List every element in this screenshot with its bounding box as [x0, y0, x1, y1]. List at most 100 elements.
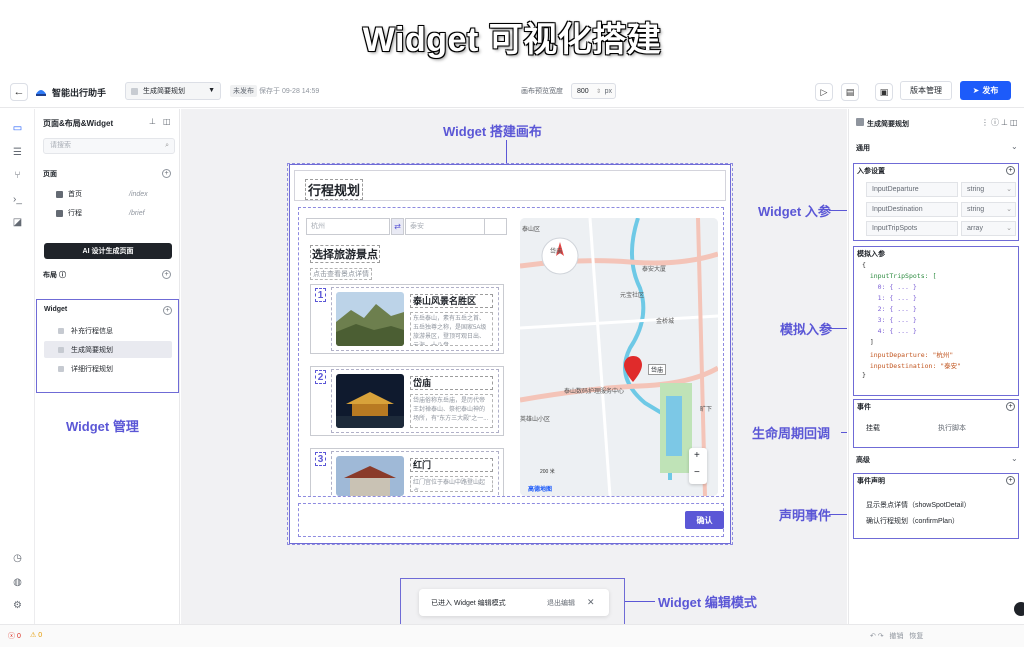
terminal-icon[interactable]: ›_	[11, 193, 24, 206]
top-toolbar: ← 智能出行助手 生成简要规划 ▼ 未发布 保存于 09-28 14:59 画布…	[0, 78, 1024, 108]
from-city-input[interactable]: 杭州	[306, 218, 390, 235]
param-name[interactable]: InputDeparture	[866, 182, 958, 197]
lifecycle-name[interactable]: 挂载	[866, 423, 880, 433]
undo-redo[interactable]: ↶ ↷ 撤销 恢复	[870, 631, 923, 641]
mock-params-box[interactable]: 模拟入参 { inputTripSpots: [ 0: { ... } 1: {…	[853, 246, 1019, 396]
pin-label: 岱庙	[648, 364, 667, 375]
monitor-icon[interactable]: ▭	[11, 122, 24, 135]
add-widget-icon[interactable]: +	[163, 306, 172, 315]
close-icon[interactable]: ✕	[587, 597, 595, 608]
declare-events-annotation: 声明事件	[779, 508, 832, 523]
zoom-out-button[interactable]: −	[694, 467, 700, 478]
preview-play-button[interactable]: ▷	[815, 83, 833, 101]
param-row[interactable]: InputDeparture string ⌄	[866, 182, 1018, 197]
banner-title: Widget 可视化搭建	[362, 20, 662, 59]
database-icon[interactable]: ☰	[11, 146, 24, 159]
page-path: /brief	[129, 209, 145, 217]
chevron-down-icon[interactable]: ⌄	[1011, 142, 1018, 151]
widget-name: 补充行程信息	[71, 327, 113, 335]
lifecycle-annotation: 生命周期回调	[752, 426, 831, 441]
code-line: 2: { ... }	[862, 305, 917, 313]
widget-name: 详细行程规划	[71, 365, 113, 373]
stepper-icon[interactable]: ⇕	[596, 88, 601, 95]
palette-icon[interactable]: ◍	[11, 576, 24, 589]
floating-help-button[interactable]	[1014, 602, 1024, 616]
widget-item-selected[interactable]: 生成简要规划	[44, 341, 172, 358]
error-count[interactable]: ⓧ 0	[8, 631, 21, 641]
param-name[interactable]: InputDestination	[866, 202, 958, 217]
ai-generate-page-button[interactable]: AI 设计生成页面	[44, 243, 172, 259]
history-icon[interactable]: ◷	[11, 552, 24, 565]
debug-button[interactable]: ▤	[841, 83, 859, 101]
param-type-select[interactable]: string ⌄	[961, 182, 1016, 197]
version-management-button[interactable]: 版本管理	[900, 81, 952, 100]
param-row[interactable]: InputTripSpots array ⌄	[866, 221, 1018, 236]
spot-card[interactable]: 3 红门 红门宫位于泰山中路登山起点...	[310, 448, 504, 496]
back-button[interactable]: ←	[10, 83, 28, 101]
section-title: 选择旅游景点	[310, 245, 380, 263]
add-layout-icon[interactable]: +	[162, 270, 171, 279]
pin-icon[interactable]: ⊥	[149, 117, 156, 126]
warning-count[interactable]: ⚠ 0	[30, 631, 42, 639]
spot-image	[336, 374, 404, 428]
card-title[interactable]: 行程规划	[305, 179, 364, 200]
map-label: 泰安大厦	[642, 267, 667, 273]
mock-params-label: 模拟入参	[857, 251, 885, 258]
page-path: /index	[129, 190, 148, 198]
declared-event[interactable]: 确认行程规划（confirmPlan）	[866, 516, 959, 526]
spot-card[interactable]: 1 泰山风景名胜区 东岳泰山，素有五岳之首、五岳独尊之称，是国家5A级旅游景区，…	[310, 284, 504, 354]
to-city-input[interactable]: 泰安	[405, 218, 485, 235]
map-view[interactable]: 泰山区 岱庙 泰安大厦 元宝社区 金桥城 泰山数码护理服务中心 英雄山小区 旷下…	[520, 218, 718, 496]
spot-image	[336, 456, 404, 496]
canvas-width-value: 800	[577, 87, 589, 95]
swap-icon[interactable]: ⇄	[391, 218, 404, 235]
publish-button[interactable]: ➤ 发布	[960, 81, 1011, 100]
save-button[interactable]: ▣	[875, 83, 893, 101]
param-row[interactable]: InputDestination string ⌄	[866, 202, 1018, 217]
spot-content: 岱庙 岱庙俗称东岳庙，是历代帝王封禅泰山、祭祀泰山神的场所，有"东方三大殿"之一…	[331, 369, 499, 433]
card-header[interactable]: 行程规划	[294, 170, 726, 201]
settings-icon[interactable]: ⚙	[11, 599, 24, 612]
add-declared-event-icon[interactable]: +	[1006, 476, 1015, 485]
lifecycle-action[interactable]: 执行脚本	[938, 423, 966, 433]
search-input[interactable]: 请搜索 ⌕	[43, 138, 175, 154]
spot-name: 泰山风景名胜区	[410, 294, 493, 308]
right-properties-panel: 生成简要规划 ⋮ⓘ⊥◫ 通用 ⌄ 入参设置 + InputDeparture s…	[848, 109, 1024, 624]
widget-item[interactable]: 补充行程信息	[44, 322, 172, 339]
confirm-button[interactable]: 确认	[685, 511, 724, 529]
panel-tools[interactable]: ⋮ⓘ⊥◫	[981, 117, 1020, 128]
add-page-icon[interactable]: +	[162, 169, 171, 178]
widget-name: 生成简要规划	[71, 346, 113, 354]
spot-number: 1	[315, 288, 326, 302]
page-item[interactable]: 行程 /brief	[56, 206, 176, 220]
declare-events-box: 事件声明 + 显示景点详情（showSpotDetail） 确认行程规划（con…	[853, 473, 1019, 539]
flow-icon[interactable]: ⑂	[11, 169, 24, 182]
add-param-icon[interactable]: +	[1006, 166, 1015, 175]
collapse-panel-icon[interactable]: ◫	[163, 117, 171, 126]
add-event-icon[interactable]: +	[1006, 402, 1015, 411]
spot-card[interactable]: 2 岱庙 岱庙俗称东岳庙，是历代帝王封禅泰山、祭祀泰山神的场所，有"东方三大殿"…	[310, 366, 504, 436]
widget-item[interactable]: 详细行程规划	[44, 360, 172, 377]
param-type-select[interactable]: string ⌄	[961, 202, 1016, 217]
widget-select[interactable]: 生成简要规划 ▼	[125, 82, 221, 100]
widget-card[interactable]: 行程规划 杭州 ⇄ 泰安 选择旅游景点 点击查看景点详情 1 泰山风景名胜区 东…	[289, 164, 731, 544]
widget-management-annotation: Widget 管理	[66, 419, 139, 434]
declared-event[interactable]: 显示景点详情（showSpotDetail）	[866, 500, 971, 510]
left-panel-title: 页面&布局&Widget	[43, 119, 114, 128]
canvas-width-input[interactable]: 800 ⇕ px	[571, 83, 616, 99]
zoom-in-button[interactable]: +	[694, 450, 700, 461]
param-name[interactable]: InputTripSpots	[866, 221, 958, 236]
spot-description: 岱庙俗称东岳庙，是历代帝王封禅泰山、祭祀泰山神的场所，有"东方三大殿"之一...	[410, 394, 493, 428]
chart-icon[interactable]: ◪	[11, 216, 24, 229]
widget-icon	[58, 365, 64, 372]
exit-edit-button[interactable]: 退出编辑	[547, 598, 575, 608]
chevron-down-icon[interactable]: ⌄	[1011, 454, 1018, 463]
layout-section-label: 布局 ⓘ	[43, 272, 66, 279]
widget-icon	[58, 346, 64, 353]
card-body[interactable]: 杭州 ⇄ 泰安 选择旅游景点 点击查看景点详情 1 泰山风景名胜区 东岳泰山，素…	[298, 207, 724, 497]
param-type-select[interactable]: array ⌄	[961, 221, 1016, 236]
page-item[interactable]: 首页 /index	[56, 187, 176, 201]
spot-number: 3	[315, 452, 326, 466]
chevron-down-icon: ▼	[208, 87, 215, 94]
code-line: }	[862, 371, 866, 379]
